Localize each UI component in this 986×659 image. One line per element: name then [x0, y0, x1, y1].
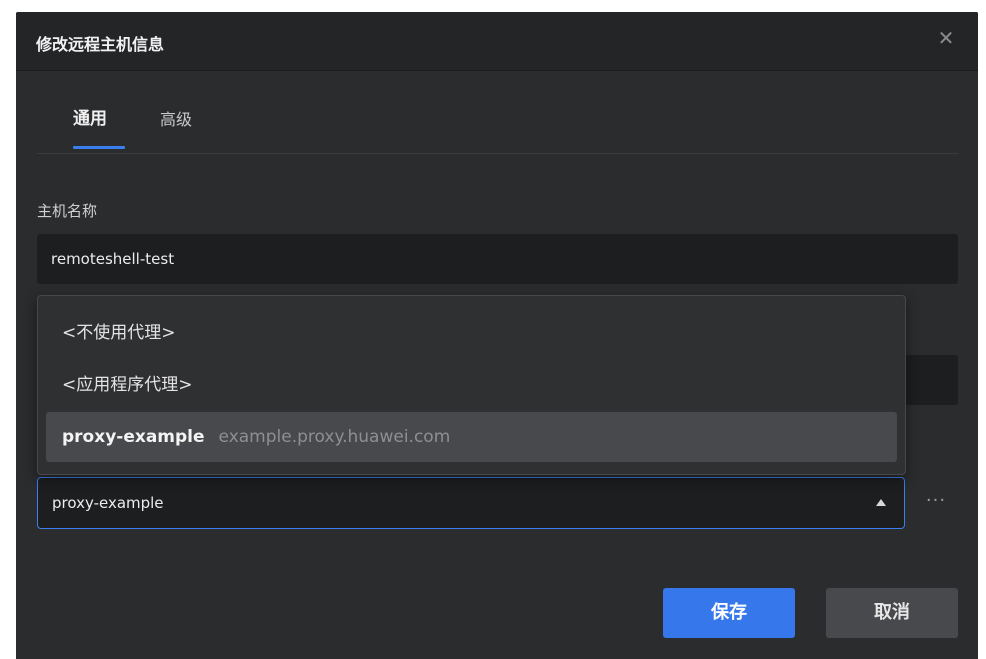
option-proxy-name: proxy-example [62, 427, 205, 447]
dialog-titlebar: 修改远程主机信息 ✕ [16, 12, 978, 71]
tab-bar: 通用 高级 [37, 71, 958, 154]
edit-remote-host-dialog: 修改远程主机信息 ✕ 通用 高级 主机名称 remoteshell-test <… [16, 12, 978, 659]
cancel-button[interactable]: 取消 [826, 588, 958, 638]
option-proxy-example[interactable]: proxy-example example.proxy.huawei.com [46, 412, 897, 462]
active-tab-indicator [73, 146, 125, 149]
caret-up-icon [876, 499, 886, 506]
option-no-proxy[interactable]: <不使用代理> [46, 308, 897, 358]
proxy-select[interactable]: proxy-example [37, 477, 905, 529]
option-proxy-host: example.proxy.huawei.com [218, 427, 451, 447]
host-name-label: 主机名称 [37, 202, 98, 220]
tab-general[interactable]: 通用 [73, 104, 107, 129]
option-app-proxy[interactable]: <应用程序代理> [46, 360, 897, 410]
tab-advanced[interactable]: 高级 [160, 106, 192, 130]
save-button[interactable]: 保存 [663, 588, 795, 638]
proxy-dropdown-list: <不使用代理> <应用程序代理> proxy-example example.pr… [37, 295, 906, 475]
dialog-title: 修改远程主机信息 [36, 35, 165, 54]
more-options-button[interactable]: ··· [920, 486, 952, 516]
proxy-select-value: proxy-example [52, 494, 164, 512]
close-icon[interactable]: ✕ [934, 26, 958, 50]
host-name-input[interactable]: remoteshell-test [37, 234, 958, 284]
